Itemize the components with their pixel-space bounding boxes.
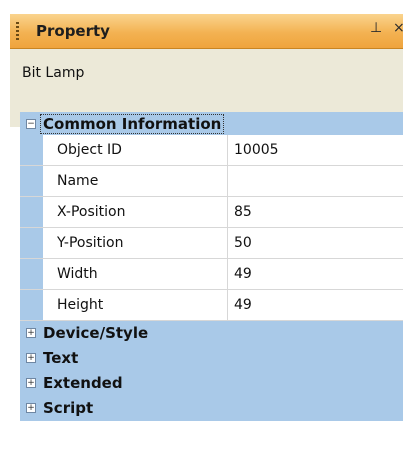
property-row-x-position[interactable]: X-Position 85 [20,197,403,228]
category-device-style[interactable]: + Device/Style [20,321,403,346]
collapsed-categories: + Device/Style + Text + Extended + Scrip… [20,321,403,421]
property-row-width[interactable]: Width 49 [20,259,403,290]
pin-icon[interactable]: ⊥ [370,20,382,36]
panel-title: Property [36,22,110,40]
object-selector[interactable]: Bit Lamp [10,49,403,97]
row-gutter [20,228,43,258]
expand-icon[interactable]: + [26,403,36,413]
selected-object-name: Bit Lamp [22,65,85,81]
property-key: Y-Position [43,228,228,258]
row-gutter [20,197,43,227]
category-label: Script [43,399,94,417]
drag-grip-icon[interactable] [16,22,19,42]
property-value[interactable]: 85 [234,197,252,227]
row-gutter [20,259,43,289]
expand-icon[interactable]: + [26,328,36,338]
property-value[interactable]: 49 [234,259,252,289]
expand-icon[interactable]: + [26,378,36,388]
property-row-object-id[interactable]: Object ID 10005 [20,135,403,166]
property-row-height[interactable]: Height 49 [20,290,403,321]
property-row-name[interactable]: Name [20,166,403,197]
category-extended[interactable]: + Extended [20,371,403,396]
category-label: Text [43,349,79,367]
row-gutter [20,135,43,165]
row-gutter [20,290,43,320]
property-value[interactable]: 50 [234,228,252,258]
property-key: Width [43,259,228,289]
property-value[interactable]: 49 [234,290,252,320]
property-key: Object ID [43,135,228,165]
property-panel: Property ⊥ × Bit Lamp − Common Informati… [10,14,403,450]
property-value[interactable]: 10005 [234,135,279,165]
collapse-icon[interactable]: − [26,119,36,129]
property-key: X-Position [43,197,228,227]
row-gutter [20,166,43,196]
property-key: Name [43,166,228,196]
panel-titlebar[interactable]: Property ⊥ × [10,14,403,49]
property-key: Height [43,290,228,320]
close-icon[interactable]: × [393,20,403,36]
category-label: Common Information [39,114,225,134]
category-script[interactable]: + Script [20,396,403,421]
property-grid: − Common Information Object ID 10005 Nam… [20,112,403,421]
category-label: Device/Style [43,324,149,342]
category-common-information[interactable]: − Common Information [20,112,403,135]
property-row-y-position[interactable]: Y-Position 50 [20,228,403,259]
category-label: Extended [43,374,123,392]
expand-icon[interactable]: + [26,353,36,363]
category-text[interactable]: + Text [20,346,403,371]
